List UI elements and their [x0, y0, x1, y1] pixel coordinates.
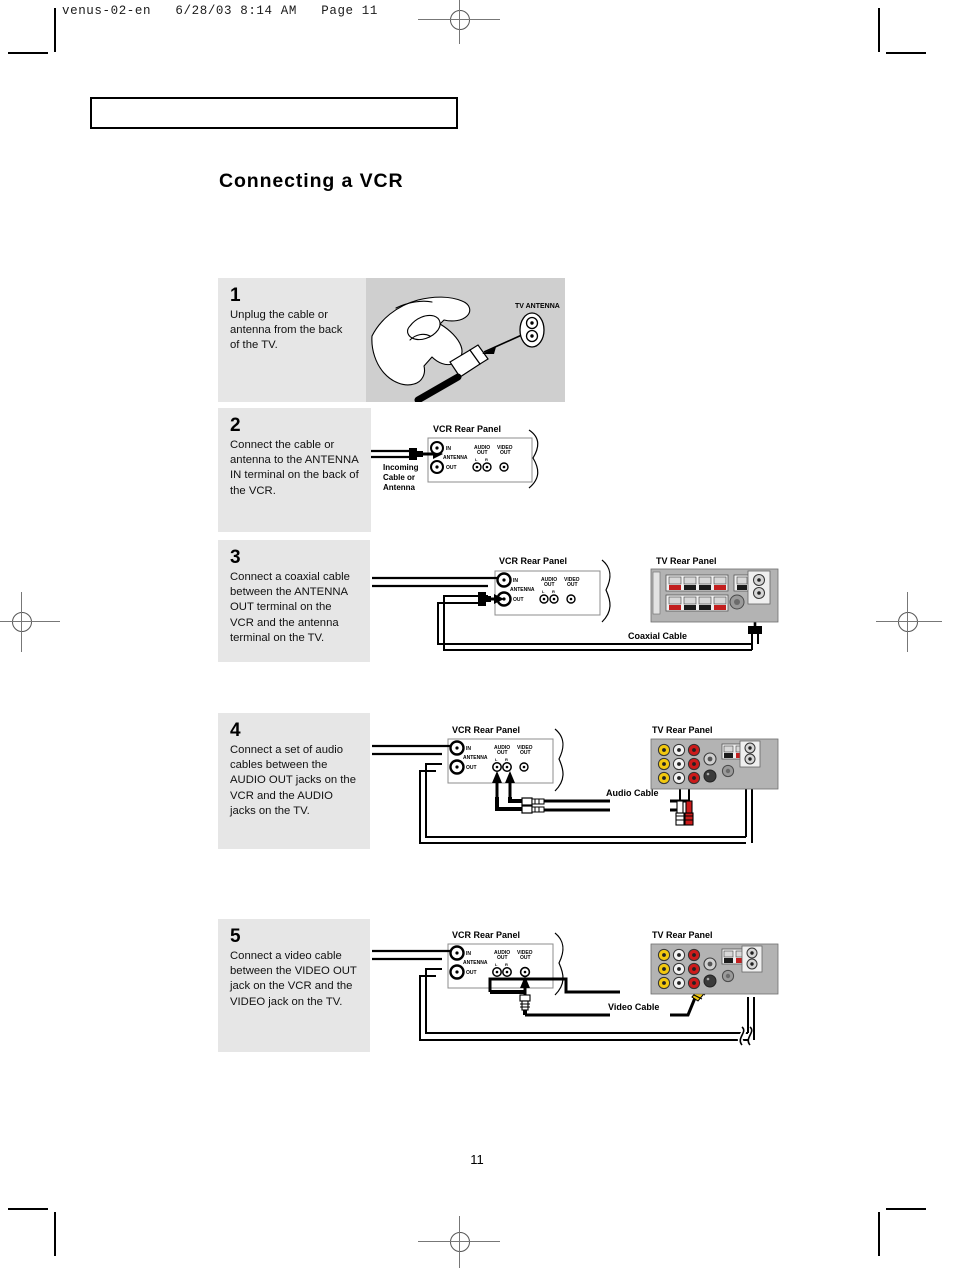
svg-text:OUT: OUT: [497, 955, 508, 961]
svg-text:R: R: [485, 457, 488, 462]
step-3-number: 3: [230, 547, 241, 568]
svg-text:IN: IN: [446, 446, 451, 452]
svg-text:IN: IN: [466, 951, 471, 957]
svg-text:IN: IN: [466, 746, 471, 752]
svg-text:Cable or: Cable or: [383, 473, 415, 482]
svg-text:ANTENNA: ANTENNA: [443, 455, 468, 461]
registration-mark-left: [0, 592, 60, 652]
step-1-description: Unplug the cable or antenna from the bac…: [230, 309, 343, 352]
svg-text:R: R: [505, 757, 508, 762]
step-4-figure: VCR Rear Panel IN ANTENNA OUT AUDIO OUT …: [370, 713, 808, 849]
pdf-print-header: venus-02-en 6/28/03 8:14 AM Page 11: [62, 4, 378, 18]
vcr-rear-panel-label-step5: VCR Rear Panel: [452, 930, 520, 940]
vcr-rear-panel-label-step4: VCR Rear Panel: [452, 725, 520, 735]
svg-text:OUT: OUT: [466, 970, 477, 976]
svg-text:OUT: OUT: [520, 955, 531, 961]
step-4: 4 Connect a set of audio cables between …: [218, 713, 808, 849]
svg-text:ANTENNA: ANTENNA: [463, 960, 488, 966]
crop-mark-top-right-vertical: [878, 8, 880, 52]
crop-mark-bottom-right-horizontal: [886, 1208, 926, 1210]
tv-rear-panel-label-step5: TV Rear Panel: [652, 930, 713, 940]
step-2-description: Connect the cable or antenna to the ANTE…: [230, 439, 359, 497]
crop-mark-top-left-vertical: [54, 8, 56, 52]
step-5-number: 5: [230, 926, 241, 947]
step-5-figure: VCR Rear Panel IN ANTENNA OUT AUDIO OUT …: [370, 919, 808, 1052]
svg-text:Antenna: Antenna: [383, 483, 416, 492]
tv-antenna-label: TV ANTENNA: [515, 303, 560, 310]
svg-text:OUT: OUT: [513, 597, 524, 603]
registration-mark-bottom: [418, 1216, 500, 1268]
svg-text:ANTENNA: ANTENNA: [463, 755, 488, 761]
tv-rear-panel-label-step3: TV Rear Panel: [656, 556, 717, 566]
svg-text:OUT: OUT: [567, 582, 578, 588]
step-1: 1 Unplug the cable or antenna from the b…: [218, 278, 565, 402]
svg-text:OUT: OUT: [520, 750, 531, 756]
tv-rear-panel-label-step4: TV Rear Panel: [652, 725, 713, 735]
svg-text:OUT: OUT: [500, 450, 511, 456]
step-5-description: Connect a video cable between the VIDEO …: [230, 950, 357, 1008]
tv-rear-panel-graphic-step5: [650, 943, 779, 995]
svg-text:OUT: OUT: [497, 750, 508, 756]
crop-mark-bottom-left-horizontal: [8, 1208, 48, 1210]
svg-text:OUT: OUT: [466, 765, 477, 771]
registration-mark-right: [876, 592, 942, 652]
crop-mark-bottom-right-vertical: [878, 1212, 880, 1256]
step-4-text-block: 4 Connect a set of audio cables between …: [218, 713, 370, 849]
page-number: 11: [470, 1152, 484, 1167]
step-1-text-block: 1 Unplug the cable or antenna from the b…: [218, 278, 366, 402]
svg-text:R: R: [552, 589, 555, 594]
video-cable-label: Video Cable: [608, 1002, 659, 1012]
page-title: Connecting a VCR: [219, 170, 404, 192]
svg-text:ANTENNA: ANTENNA: [510, 587, 535, 593]
coaxial-cable-label: Coaxial Cable: [628, 631, 687, 641]
svg-text:OUT: OUT: [477, 450, 488, 456]
crop-mark-top-left-horizontal: [8, 52, 48, 54]
step-2-figure: VCR Rear Panel IN ANTENNA OUT AUDIO OUT …: [371, 408, 565, 532]
step-1-number: 1: [230, 285, 241, 306]
step-2-number: 2: [230, 415, 241, 436]
audio-cable-label: Audio Cable: [606, 788, 659, 798]
step-4-number: 4: [230, 720, 241, 741]
registration-mark-top: [418, 0, 500, 44]
step-3-text-block: 3 Connect a coaxial cable between the AN…: [218, 540, 370, 662]
step-2: 2 Connect the cable or antenna to the AN…: [218, 408, 565, 532]
step-2-text-block: 2 Connect the cable or antenna to the AN…: [218, 408, 371, 532]
step-3: 3 Connect a coaxial cable between the AN…: [218, 540, 808, 662]
chapter-title-box: [90, 97, 458, 129]
step-3-figure: VCR Rear Panel IN ANTENNA OUT AUDIO OUT …: [370, 540, 808, 662]
crop-mark-bottom-left-vertical: [54, 1212, 56, 1256]
step-5: 5 Connect a video cable between the VIDE…: [218, 919, 808, 1052]
svg-text:OUT: OUT: [544, 582, 555, 588]
svg-text:IN: IN: [513, 578, 518, 584]
svg-text:R: R: [505, 962, 508, 967]
crop-mark-top-right-horizontal: [886, 52, 926, 54]
svg-text:Incoming: Incoming: [383, 463, 419, 472]
vcr-rear-panel-label-step3: VCR Rear Panel: [499, 556, 567, 566]
step-5-text-block: 5 Connect a video cable between the VIDE…: [218, 919, 370, 1052]
step-1-figure: TV ANTENNA: [366, 278, 565, 402]
tv-rear-panel-graphic-step3: [650, 568, 779, 623]
step-3-description: Connect a coaxial cable between the ANTE…: [230, 571, 350, 644]
tv-rear-panel-graphic-step4: [650, 738, 779, 790]
svg-text:OUT: OUT: [446, 465, 457, 471]
vcr-rear-panel-label-step2: VCR Rear Panel: [433, 424, 501, 434]
step-4-description: Connect a set of audio cables between th…: [230, 744, 356, 817]
